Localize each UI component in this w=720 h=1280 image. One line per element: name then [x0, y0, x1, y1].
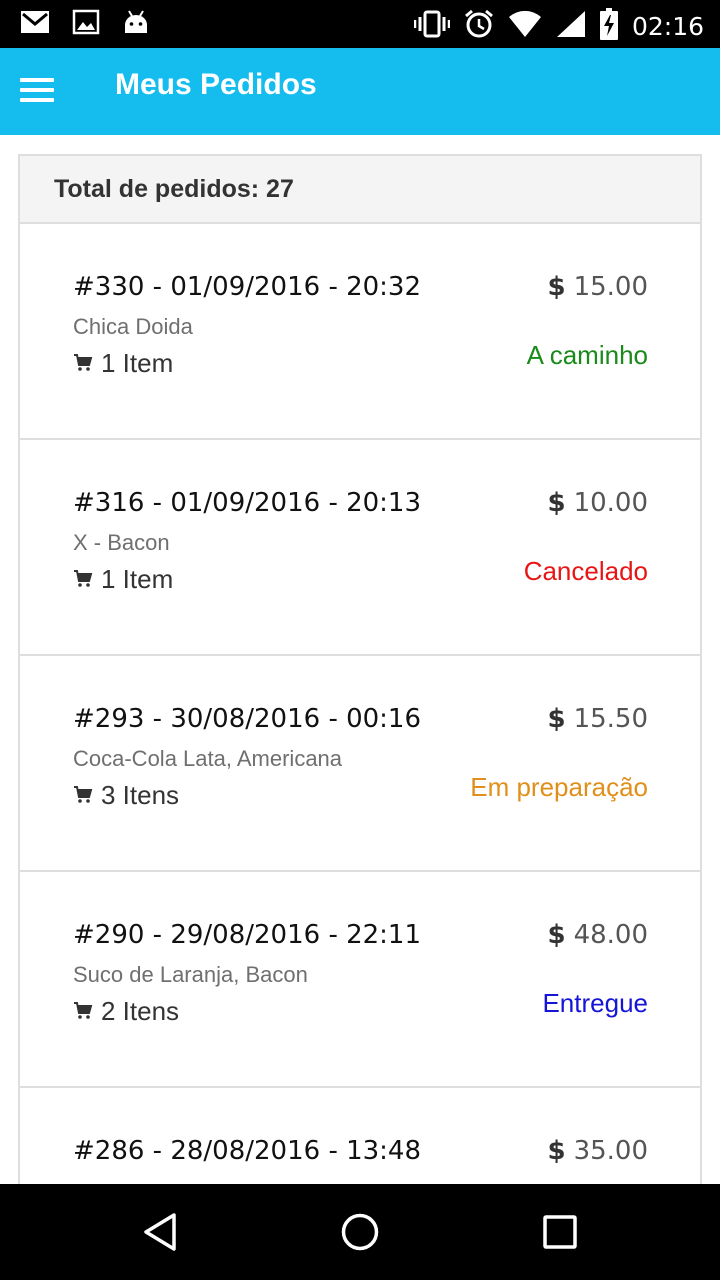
order-title: #293 - 30/08/2016 - 00:16	[73, 704, 422, 734]
order-row[interactable]: #293 - 30/08/2016 - 00:16 Coca-Cola Lata,…	[20, 656, 700, 872]
order-price-value: 48.00	[573, 920, 648, 950]
order-item-count: 1 Item	[73, 564, 173, 595]
order-items-description: Chica Doida	[73, 314, 193, 339]
currency-symbol: $	[547, 272, 566, 302]
menu-icon[interactable]	[20, 78, 54, 106]
order-status: Cancelado	[523, 556, 648, 586]
alarm-icon	[464, 9, 494, 44]
cart-icon	[73, 780, 101, 811]
order-count-label: 1 Item	[101, 564, 174, 594]
order-row[interactable]: #316 - 01/09/2016 - 20:13 X - Bacon 1 Item…	[20, 440, 700, 656]
order-price: $48.00	[547, 920, 648, 950]
order-price: $15.50	[547, 704, 648, 734]
signal-icon	[556, 10, 586, 43]
vibrate-icon	[413, 9, 451, 44]
cart-icon	[73, 348, 101, 379]
order-row[interactable]: #286 - 28/08/2016 - 13:48 $35.00	[20, 1088, 700, 1184]
app-bar: Meus Pedidos	[0, 48, 720, 135]
order-status: Em preparação	[470, 772, 648, 802]
order-count-label: 1 Item	[101, 348, 174, 378]
currency-symbol: $	[547, 920, 566, 950]
battery-charging-icon	[599, 8, 618, 45]
clock-time: 02:16	[631, 12, 704, 41]
gmail-icon	[20, 9, 50, 40]
order-row[interactable]: #330 - 01/09/2016 - 20:32 Chica Doida 1 It…	[20, 224, 700, 440]
currency-symbol: $	[547, 704, 566, 734]
cart-icon	[73, 564, 101, 595]
gallery-icon	[72, 9, 100, 40]
orders-list[interactable]: Total de pedidos: 27 #330 - 01/09/2016 -…	[18, 154, 702, 1184]
order-item-count: 1 Item	[73, 348, 173, 379]
order-price-value: 35.00	[573, 1136, 648, 1166]
order-item-count: 2 Itens	[73, 996, 179, 1027]
order-title: #316 - 01/09/2016 - 20:13	[73, 488, 422, 518]
order-title: #330 - 01/09/2016 - 20:32	[73, 272, 422, 302]
order-price-value: 15.00	[573, 272, 648, 302]
order-price: $35.00	[547, 1136, 648, 1166]
wifi-icon	[508, 10, 542, 43]
order-status: Entregue	[542, 988, 648, 1018]
order-items-description: Suco de Laranja, Bacon	[73, 962, 308, 987]
currency-symbol: $	[547, 488, 566, 518]
status-bar: 02:16	[0, 0, 720, 48]
orders-total-header: Total de pedidos: 27	[20, 156, 700, 224]
android-icon	[122, 9, 150, 40]
total-orders-label: Total de pedidos: 27	[54, 174, 294, 203]
navigation-bar	[0, 1184, 720, 1280]
order-items-description: Coca-Cola Lata, Americana	[73, 746, 343, 771]
cart-icon	[73, 996, 101, 1027]
order-price: $10.00	[547, 488, 648, 518]
order-title: #286 - 28/08/2016 - 13:48	[73, 1136, 422, 1166]
back-icon[interactable]	[142, 1212, 178, 1257]
order-count-label: 2 Itens	[101, 996, 180, 1026]
order-items-description: X - Bacon	[73, 530, 170, 555]
order-row[interactable]: #290 - 29/08/2016 - 22:11 Suco de Laranja…	[20, 872, 700, 1088]
order-price-value: 10.00	[573, 488, 648, 518]
order-price: $15.00	[547, 272, 648, 302]
order-status: A caminho	[526, 340, 648, 370]
currency-symbol: $	[547, 1136, 566, 1166]
order-price-value: 15.50	[573, 704, 648, 734]
page-title: Meus Pedidos	[115, 68, 317, 101]
order-item-count: 3 Itens	[73, 780, 179, 811]
recents-icon[interactable]	[542, 1212, 578, 1257]
order-title: #290 - 29/08/2016 - 22:11	[73, 920, 422, 950]
order-count-label: 3 Itens	[101, 780, 180, 810]
home-icon[interactable]	[340, 1212, 380, 1257]
